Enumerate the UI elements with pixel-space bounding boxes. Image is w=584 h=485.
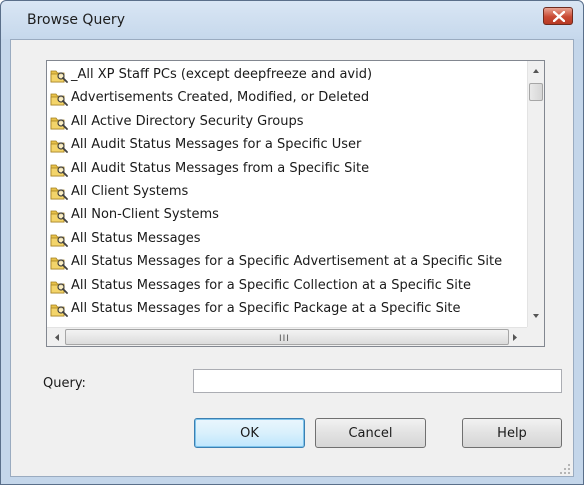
cancel-button[interactable]: Cancel: [315, 418, 426, 448]
query-list-item-label: All Status Messages for a Specific Colle…: [71, 277, 471, 293]
horizontal-scroll-thumb[interactable]: III: [65, 329, 509, 345]
query-list-item[interactable]: All Status Messages for a Specific Colle…: [50, 275, 527, 297]
help-button[interactable]: Help: [462, 418, 562, 448]
close-button[interactable]: [543, 7, 573, 25]
vertical-scrollbar[interactable]: [527, 61, 544, 327]
query-folder-icon: [50, 140, 68, 154]
query-list-item[interactable]: All Status Messages: [50, 228, 527, 250]
query-folder-icon: [50, 234, 68, 247]
scroll-grip: III: [279, 334, 290, 344]
scroll-right-arrow-icon[interactable]: [511, 333, 519, 342]
query-list-item[interactable]: Advertisements Created, Modified, or Del…: [50, 87, 527, 109]
vertical-scroll-thumb[interactable]: [529, 83, 543, 101]
query-list-item-label: All Active Directory Security Groups: [71, 113, 304, 129]
query-list-item[interactable]: All Client Systems: [50, 181, 527, 203]
query-list-item-label: _All XP Staff PCs (except deepfreeze and…: [71, 67, 373, 82]
scroll-up-arrow-icon[interactable]: [531, 66, 541, 76]
ok-button[interactable]: OK: [194, 418, 305, 448]
query-list-item-label: All Status Messages: [71, 230, 201, 246]
query-folder-icon: [50, 304, 68, 317]
dialog-title: Browse Query: [27, 12, 125, 28]
scroll-left-arrow-icon[interactable]: [53, 333, 61, 342]
query-list-item-label: All Non-Client Systems: [71, 207, 219, 223]
query-list-item-label: All Status Messages for a Specific Packa…: [71, 301, 461, 316]
query-folder-icon: [50, 117, 68, 130]
close-x-icon: [553, 11, 565, 22]
query-list-viewport: _All XP Staff PCs (except deepfreeze and…: [47, 61, 527, 327]
browse-query-dialog: Browse Query _All XP Staff PCs (except d…: [0, 0, 584, 485]
query-folder-icon: [50, 210, 68, 224]
query-list-item-label: Advertisements Created, Modified, or Del…: [71, 90, 370, 106]
query-list-item[interactable]: All Status Messages for a Specific Packa…: [50, 298, 527, 320]
query-label: Query:: [43, 376, 86, 391]
scroll-corner: [527, 327, 544, 346]
query-list[interactable]: _All XP Staff PCs (except deepfreeze and…: [46, 60, 545, 347]
query-folder-icon: [50, 70, 68, 83]
query-folder-icon: [50, 164, 68, 177]
query-list-item-label: All Audit Status Messages from a Specifi…: [71, 160, 370, 176]
scroll-down-arrow-icon[interactable]: [531, 311, 541, 321]
resize-grip-icon[interactable]: [559, 463, 571, 475]
query-list-item[interactable]: All Audit Status Messages for a Specific…: [50, 134, 527, 156]
query-list-item[interactable]: _All XP Staff PCs (except deepfreeze and…: [50, 64, 527, 86]
query-folder-icon: [50, 187, 68, 200]
title-bar[interactable]: Browse Query: [1, 1, 583, 39]
query-input[interactable]: [193, 369, 562, 393]
query-folder-icon: [50, 281, 68, 294]
horizontal-scrollbar[interactable]: III: [47, 327, 527, 346]
dialog-client-area: _All XP Staff PCs (except deepfreeze and…: [10, 39, 574, 477]
query-list-item[interactable]: All Active Directory Security Groups: [50, 111, 527, 133]
query-folder-icon: [50, 93, 68, 107]
query-list-item-label: All Audit Status Messages for a Specific…: [71, 137, 362, 153]
query-list-item[interactable]: All Non-Client Systems: [50, 204, 527, 226]
query-folder-icon: [50, 257, 68, 271]
query-list-item-label: All Status Messages for a Specific Adver…: [71, 254, 503, 270]
query-list-item-label: All Client Systems: [71, 184, 189, 199]
query-list-item[interactable]: All Audit Status Messages from a Specifi…: [50, 158, 527, 180]
query-list-item[interactable]: All Status Messages for a Specific Adver…: [50, 251, 527, 273]
